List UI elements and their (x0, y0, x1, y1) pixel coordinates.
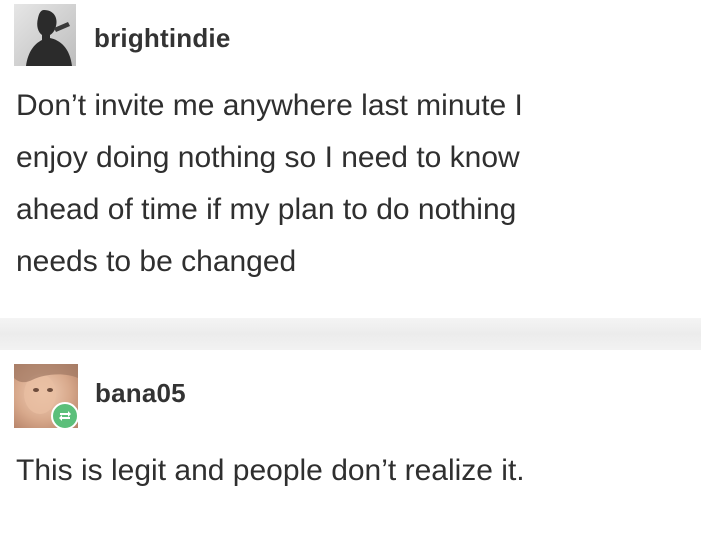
reblog-badge (51, 402, 79, 430)
person-silhouette-icon (14, 4, 76, 66)
post-divider (0, 318, 701, 350)
username[interactable]: bana05 (95, 378, 186, 409)
username[interactable]: brightindie (94, 23, 231, 54)
post-body: Don’t invite me anywhere last minute I e… (16, 89, 523, 278)
reblog-icon (59, 411, 71, 421)
post-brightindie: brightindie Don’t invite me anywhere las… (0, 0, 701, 318)
avatar-brightindie[interactable] (14, 4, 76, 66)
post-body: This is legit and people don’t realize i… (16, 454, 525, 487)
post-bana05: bana05 This is legit and people don’t re… (0, 350, 701, 540)
